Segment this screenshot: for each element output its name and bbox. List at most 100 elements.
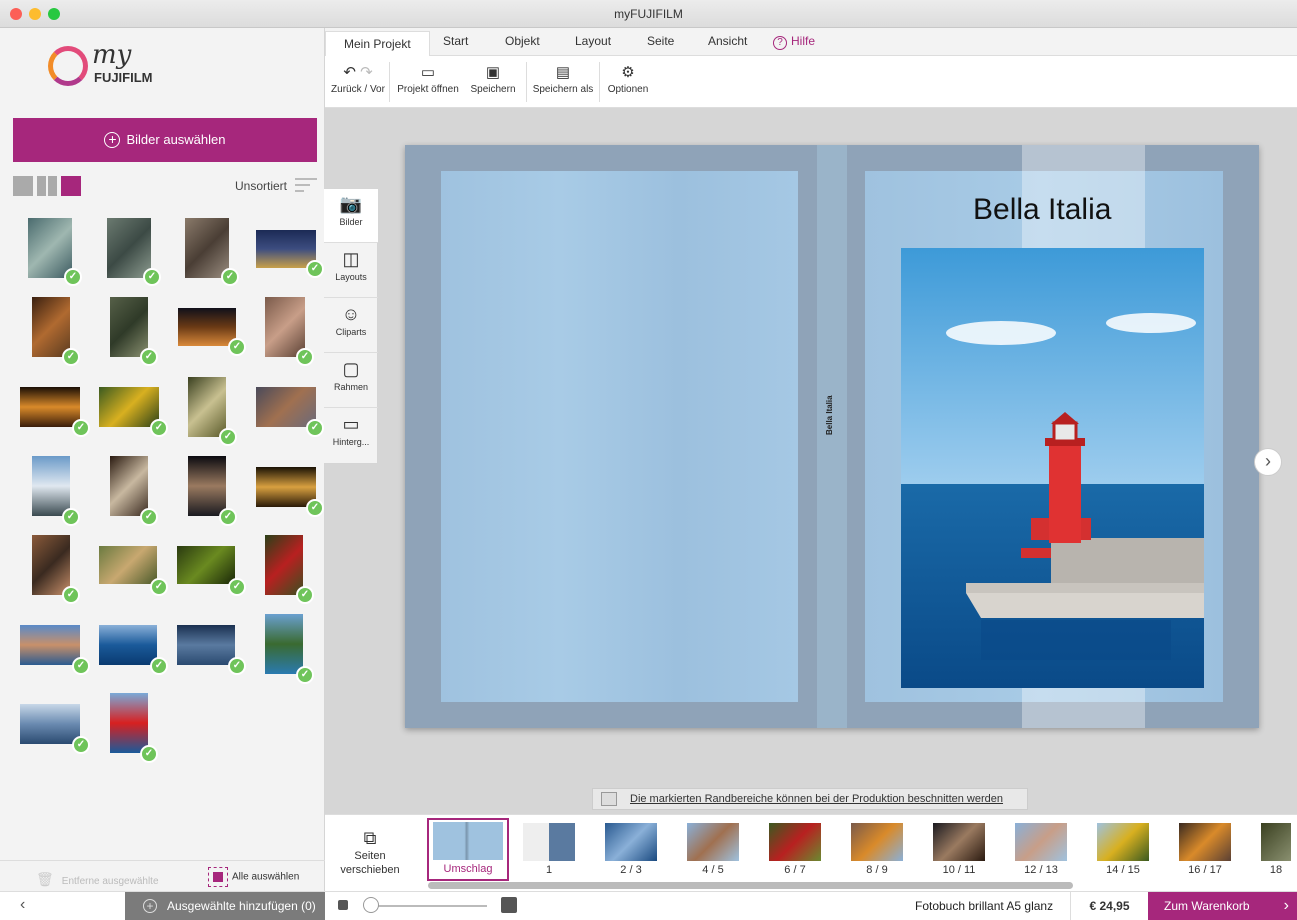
side-tab-label: Cliparts — [335, 327, 367, 337]
page-strip-scrollbar[interactable] — [428, 882, 1073, 889]
view-large-icon[interactable] — [13, 176, 33, 196]
image-thumbnail[interactable] — [110, 693, 148, 753]
side-tab-bilder[interactable]: 📷 Bilder — [324, 189, 378, 243]
checkmark-icon: ✓ — [306, 499, 324, 517]
save-button[interactable]: ▣ Speichern — [463, 62, 523, 95]
view-medium-icon[interactable] — [37, 176, 57, 196]
trim-notice-checkbox[interactable] — [601, 792, 617, 806]
side-tab-layouts[interactable]: ◫ Layouts — [324, 244, 378, 298]
image-thumbnail[interactable] — [265, 535, 303, 595]
tab-mein-projekt[interactable]: Mein Projekt — [325, 31, 430, 57]
page-thumb-umschlag[interactable]: Umschlag — [427, 818, 509, 881]
trim-notice[interactable]: Die markierten Randbereiche können bei d… — [592, 788, 1028, 810]
page-thumb[interactable]: 18 — [1261, 823, 1291, 876]
zoom-slider-track[interactable] — [365, 905, 487, 907]
sort-icon[interactable] — [295, 178, 317, 194]
page-thumb[interactable]: 6 / 7 — [769, 823, 821, 876]
trim-notice-text[interactable]: Die markierten Randbereiche können bei d… — [630, 789, 1003, 809]
add-selected-button[interactable]: + Ausgewählte hinzufügen (0) — [125, 892, 325, 920]
image-thumbnail[interactable] — [265, 614, 303, 674]
page-thumb[interactable]: 2 / 3 — [605, 823, 657, 876]
image-thumbnail[interactable] — [256, 230, 316, 268]
open-project-label: Projekt öffnen — [397, 84, 459, 95]
view-small-icon[interactable] — [61, 176, 81, 196]
checkmark-icon: ✓ — [219, 428, 237, 446]
checkmark-icon: ✓ — [62, 508, 80, 526]
tab-layout[interactable]: Layout — [575, 34, 611, 48]
page-thumb[interactable]: 16 / 17 — [1179, 823, 1231, 876]
image-thumbnail[interactable] — [265, 297, 305, 357]
next-page-button[interactable]: › — [1254, 448, 1282, 476]
select-all-button[interactable]: Alle auswählen — [208, 867, 299, 887]
tab-seite[interactable]: Seite — [647, 34, 674, 48]
photobook-cover[interactable]: Bella Italia Bella Italia — [405, 145, 1259, 728]
page-preview — [769, 823, 821, 861]
image-thumbnail[interactable] — [32, 456, 70, 516]
image-thumbnail[interactable] — [20, 387, 80, 427]
image-thumbnail[interactable] — [99, 546, 157, 584]
chevron-left-icon[interactable]: ‹ — [20, 896, 25, 914]
image-thumbnail[interactable] — [185, 218, 229, 278]
image-thumbnail[interactable] — [177, 625, 235, 665]
sort-label[interactable]: Unsortiert — [235, 179, 287, 193]
page-thumb[interactable]: 8 / 9 — [851, 823, 903, 876]
cover-title[interactable]: Bella Italia — [973, 193, 1111, 227]
checkmark-icon: ✓ — [228, 338, 246, 356]
image-thumbnail[interactable] — [178, 308, 236, 346]
zoom-out-icon[interactable] — [338, 900, 348, 910]
image-thumbnail[interactable] — [256, 387, 316, 427]
back-cover[interactable] — [441, 171, 798, 702]
tab-hilfe[interactable]: ? Hilfe — [773, 34, 815, 50]
cart-button[interactable]: Zum Warenkorb › — [1148, 892, 1297, 920]
close-window-button[interactable] — [10, 8, 22, 20]
image-thumbnail[interactable] — [20, 625, 80, 665]
checkmark-icon: ✓ — [62, 586, 80, 604]
open-project-button[interactable]: ▭ Projekt öffnen — [393, 62, 463, 95]
remove-selected-button[interactable]: 🗑 Entferne ausgewählte — [36, 871, 159, 888]
remove-selected-label: Entferne ausgewählte — [61, 876, 159, 887]
page-preview — [1015, 823, 1067, 861]
image-thumbnail[interactable] — [32, 297, 70, 357]
image-thumbnail[interactable] — [20, 704, 80, 744]
image-thumbnail[interactable] — [99, 625, 157, 665]
checkmark-icon: ✓ — [150, 419, 168, 437]
minimize-window-button[interactable] — [29, 8, 41, 20]
page-label: 8 / 9 — [866, 864, 888, 876]
page-thumb[interactable]: 1 — [523, 823, 575, 876]
page-thumb[interactable]: 12 / 13 — [1015, 823, 1067, 876]
zoom-slider-handle[interactable] — [363, 897, 379, 913]
ribbon-divider — [389, 62, 390, 102]
tab-ansicht[interactable]: Ansicht — [708, 34, 747, 48]
undo-redo-button[interactable]: ↶ ↷ Zurück / Vor — [329, 62, 387, 95]
page-thumb[interactable]: 4 / 5 — [687, 823, 739, 876]
side-tab-rahmen[interactable]: ▢ Rahmen — [324, 354, 378, 408]
zoom-window-button[interactable] — [48, 8, 60, 20]
image-thumbnail[interactable] — [107, 218, 151, 278]
image-thumbnail[interactable] — [256, 467, 316, 507]
book-spine[interactable] — [817, 145, 847, 728]
side-tab-cliparts[interactable]: ☺ Cliparts — [324, 299, 378, 353]
image-thumbnail[interactable] — [99, 387, 159, 427]
save-as-button[interactable]: ▤ Speichern als — [530, 62, 596, 95]
lighthouse-photo[interactable] — [901, 248, 1204, 688]
select-images-button[interactable]: + Bilder auswählen — [13, 118, 317, 162]
image-thumbnail[interactable] — [110, 456, 148, 516]
tab-objekt[interactable]: Objekt — [505, 34, 540, 48]
image-thumbnail[interactable] — [188, 456, 226, 516]
image-thumbnail[interactable] — [28, 218, 72, 278]
image-thumbnail[interactable] — [177, 546, 235, 584]
page-label: 4 / 5 — [702, 864, 724, 876]
zoom-in-icon[interactable] — [501, 897, 517, 913]
fujifilm-logo: my FUJIFILM — [48, 40, 178, 100]
image-thumbnail[interactable] — [110, 297, 148, 357]
page-preview — [433, 822, 503, 860]
tab-start[interactable]: Start — [443, 34, 468, 48]
move-pages-button[interactable]: ⧉ Seiten verschieben — [335, 827, 405, 877]
page-thumb[interactable]: 10 / 11 — [933, 823, 985, 876]
checkmark-icon: ✓ — [296, 586, 314, 604]
options-button[interactable]: ⚙ Optionen — [603, 62, 653, 95]
side-tab-hintergrund[interactable]: ▭ Hinterg... — [324, 409, 378, 463]
image-thumbnail[interactable] — [32, 535, 70, 595]
page-thumb[interactable]: 14 / 15 — [1097, 823, 1149, 876]
image-thumbnail[interactable] — [188, 377, 226, 437]
